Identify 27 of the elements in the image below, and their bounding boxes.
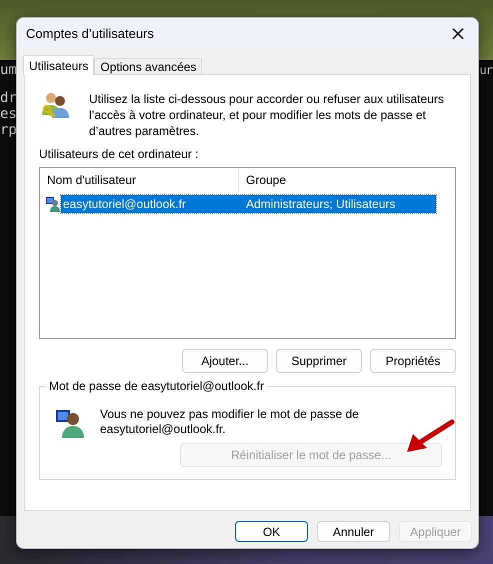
users-label: Utilisateurs de cet ordinateur : (39, 147, 200, 161)
user-computer-icon (45, 196, 61, 212)
ok-button[interactable]: OK (235, 521, 308, 542)
user-computer-icon (54, 407, 86, 439)
column-header[interactable]: Groupe (239, 168, 435, 192)
background-text: dr (0, 90, 17, 106)
button[interactable]: Propriétés (370, 349, 456, 373)
background-text: rp (0, 122, 17, 138)
table-cell-text: easytutoriel@outlook.fr (62, 197, 187, 211)
password-message: Vous ne pouvez pas modifier le mot de passe de easytutoriel@outlook.fr. (100, 407, 360, 438)
background-text: ur (480, 62, 492, 78)
close-button[interactable]: × (438, 18, 478, 48)
button[interactable]: Ajouter... (182, 349, 268, 373)
list-row[interactable]: easytutoriel@outlook.fr Administrateurs; Utilisateurs (61, 195, 436, 213)
group-title: Mot de passe de easytutoriel@outlook.fr (46, 379, 267, 393)
tab[interactable]: Options avancées (94, 58, 202, 75)
column-header[interactable]: Nom d'utilisateur (40, 168, 239, 192)
tab[interactable]: Utilisateurs (23, 55, 94, 75)
arrow-annotation (405, 419, 455, 455)
instruction-text: Utilisez la liste ci-dessous pour accorder ou refuser aux utilisateurs l’accès à votre ordinateur, et pour modifier les mots de passe et d’autres paramètres. (89, 91, 445, 139)
button[interactable]: Annuler (317, 521, 390, 542)
users-list[interactable]: Nom d'utilisateur Groupe easytutoriel@outlook.fr Administrateurs; Utilisateurs (39, 167, 456, 339)
background-text: um (0, 62, 17, 78)
background-text: es (0, 106, 17, 122)
button[interactable]: Supprimer (276, 349, 362, 373)
table-cell-text: Administrateurs; Utilisateurs (245, 197, 396, 211)
window-title: Comptes d’utilisateurs (26, 26, 154, 40)
